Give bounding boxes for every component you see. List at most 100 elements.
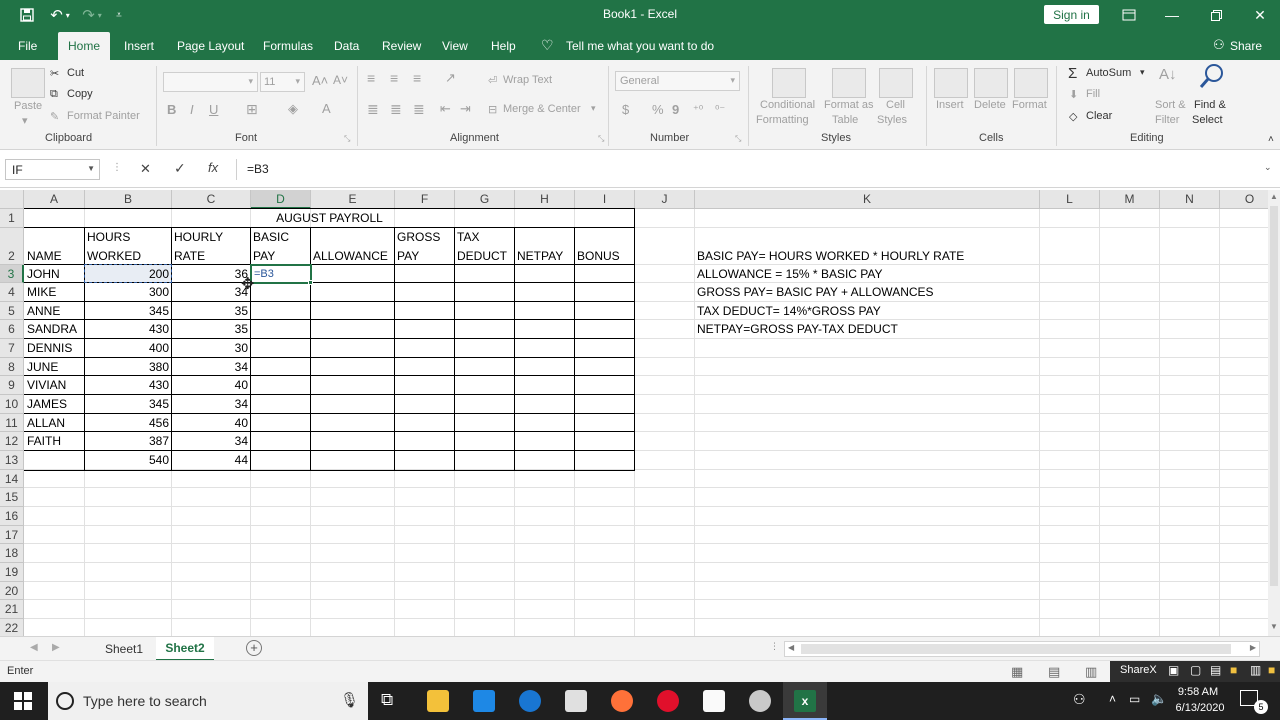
row-header[interactable]: 4	[0, 283, 24, 302]
cell-styles-label[interactable]: Cell	[886, 99, 905, 111]
vertical-scrollbar[interactable]: ▲ ▼	[1268, 190, 1280, 636]
new-sheet-icon[interactable]: +	[246, 640, 262, 656]
align-top-icon[interactable]: ≡	[367, 70, 375, 86]
people-icon[interactable]: ⚇	[1073, 691, 1086, 708]
number-format-combo[interactable]: General ▾	[615, 71, 740, 91]
notepad-icon[interactable]	[703, 690, 725, 712]
header-bonus[interactable]: BONUS	[575, 247, 622, 265]
column-header-f[interactable]: F	[395, 190, 455, 209]
row-header[interactable]: 11	[0, 414, 24, 432]
sheet-prev-icon[interactable]: ◀	[30, 642, 38, 653]
hours-cell[interactable]: 345	[85, 395, 171, 413]
cancel-entry-button[interactable]: ✕	[140, 161, 151, 177]
header-rate-top[interactable]: HOURLY	[172, 228, 225, 246]
hours-cell[interactable]: 387	[85, 432, 171, 450]
row-header[interactable]: 20	[0, 582, 24, 600]
name-cell[interactable]: JUNE	[25, 358, 60, 376]
scroll-right-icon[interactable]: ▶	[1250, 643, 1256, 652]
network-icon[interactable]: ▭	[1129, 692, 1140, 706]
percent-button[interactable]: %	[652, 102, 664, 117]
column-header-a[interactable]: A	[24, 190, 85, 209]
tab-split-icon[interactable]: ⋮	[770, 641, 779, 652]
hours-cell[interactable]: 300	[85, 283, 171, 301]
column-header-m[interactable]: M	[1100, 190, 1160, 209]
header-gross-bottom[interactable]: PAY	[395, 247, 421, 265]
cut-button[interactable]: Cut	[67, 67, 84, 79]
collapse-ribbon-icon[interactable]: ˄	[1268, 134, 1274, 145]
tab-file[interactable]: File	[18, 39, 37, 53]
tab-page-layout[interactable]: Page Layout	[177, 39, 244, 53]
hours-cell[interactable]: 430	[85, 376, 171, 394]
hours-cell[interactable]: 540	[85, 451, 171, 469]
region-icon[interactable]: ▢	[1190, 663, 1201, 677]
align-middle-icon[interactable]: ≡	[390, 70, 398, 86]
merge-center-button[interactable]: Merge & Center	[503, 103, 581, 115]
worksheet-grid[interactable]: A B C D E F G H I J K L M N O 1 2 3 4 5 …	[0, 190, 1268, 636]
row-header[interactable]: 21	[0, 600, 24, 619]
rate-cell[interactable]: 34	[172, 283, 250, 301]
taskbar-search-box[interactable]: Type here to search 🎙	[48, 682, 368, 720]
font-dialog-launcher-icon[interactable]: ⤡	[344, 134, 350, 144]
confirm-entry-button[interactable]: ✓	[174, 160, 186, 177]
decrease-decimal-icon[interactable]: ⁰⁻	[715, 103, 725, 116]
maximize-icon[interactable]	[1196, 0, 1236, 30]
font-color-icon[interactable]: A	[322, 101, 331, 116]
rate-cell[interactable]: 35	[172, 302, 250, 320]
hours-cell[interactable]: 430	[85, 320, 171, 338]
conditional-formatting-label-2[interactable]: Formatting	[756, 114, 809, 126]
fill-color-icon[interactable]: ◈	[288, 101, 298, 117]
rate-cell[interactable]: 34	[172, 432, 250, 450]
currency-button[interactable]: $	[622, 102, 629, 117]
orientation-icon[interactable]: ↗	[445, 70, 456, 86]
bold-button[interactable]: B	[167, 102, 176, 117]
column-header-o[interactable]: O	[1220, 190, 1268, 209]
row-header[interactable]: 12	[0, 432, 24, 451]
copy-button[interactable]: Copy	[67, 88, 93, 100]
folder-icon[interactable]: ■	[1230, 663, 1237, 677]
insert-function-button[interactable]: fx	[208, 160, 218, 175]
header-basic-bottom[interactable]: PAY	[251, 247, 277, 265]
horizontal-scroll-thumb[interactable]	[801, 644, 1231, 654]
row-header[interactable]: 19	[0, 563, 24, 582]
opera-icon[interactable]	[657, 690, 679, 712]
page-break-view-icon[interactable]: ▥	[1085, 664, 1097, 680]
vertical-scroll-thumb[interactable]	[1270, 206, 1278, 586]
active-cell-d3[interactable]: =B3	[250, 264, 312, 284]
rate-cell[interactable]: 34	[172, 358, 250, 376]
name-cell[interactable]: SANDRA	[25, 320, 79, 338]
screenshot-icon[interactable]: ▣	[1168, 663, 1179, 677]
rate-cell[interactable]: 40	[172, 376, 250, 394]
cell-styles-label-2[interactable]: Styles	[877, 114, 907, 126]
row-header[interactable]: 1	[0, 209, 24, 228]
align-bottom-icon[interactable]: ≡	[413, 70, 421, 86]
row-header[interactable]: 16	[0, 507, 24, 526]
firefox-icon[interactable]	[611, 690, 633, 712]
fill-handle[interactable]	[308, 280, 313, 285]
ribbon-display-options-icon[interactable]	[1109, 0, 1149, 30]
header-rate-bottom[interactable]: RATE	[172, 247, 207, 265]
autosum-dropdown-icon[interactable]: ▾	[1140, 67, 1145, 78]
header-basic-top[interactable]: BASIC	[251, 228, 291, 246]
paste-dropdown-icon[interactable]: ▾	[22, 114, 28, 127]
formula-input[interactable]: =B3	[236, 159, 1266, 180]
insert-cells-button[interactable]: Insert	[936, 99, 964, 111]
header-name[interactable]: NAME	[25, 247, 64, 265]
tab-view[interactable]: View	[442, 39, 468, 53]
row-header[interactable]: 14	[0, 470, 24, 488]
rate-cell[interactable]: 44	[172, 451, 250, 469]
rate-cell[interactable]: 34	[172, 395, 250, 413]
column-header-h[interactable]: H	[515, 190, 575, 209]
hours-cell[interactable]: 380	[85, 358, 171, 376]
tab-help[interactable]: Help	[491, 39, 516, 53]
rate-cell[interactable]: 30	[172, 339, 250, 357]
hours-cell[interactable]: 400	[85, 339, 171, 357]
find-select-label[interactable]: Find &	[1194, 99, 1226, 111]
name-cell[interactable]: VIVIAN	[25, 376, 68, 394]
align-right-icon[interactable]: ≣	[413, 101, 425, 118]
name-cell[interactable]: JOHN	[25, 265, 62, 283]
name-cell[interactable]: ALLAN	[25, 414, 67, 432]
row-header[interactable]: 18	[0, 544, 24, 563]
header-tax-top[interactable]: TAX	[455, 228, 481, 246]
borders-icon[interactable]: ⊞	[246, 101, 258, 118]
taskbar-date[interactable]: 6/13/2020	[1175, 702, 1225, 714]
